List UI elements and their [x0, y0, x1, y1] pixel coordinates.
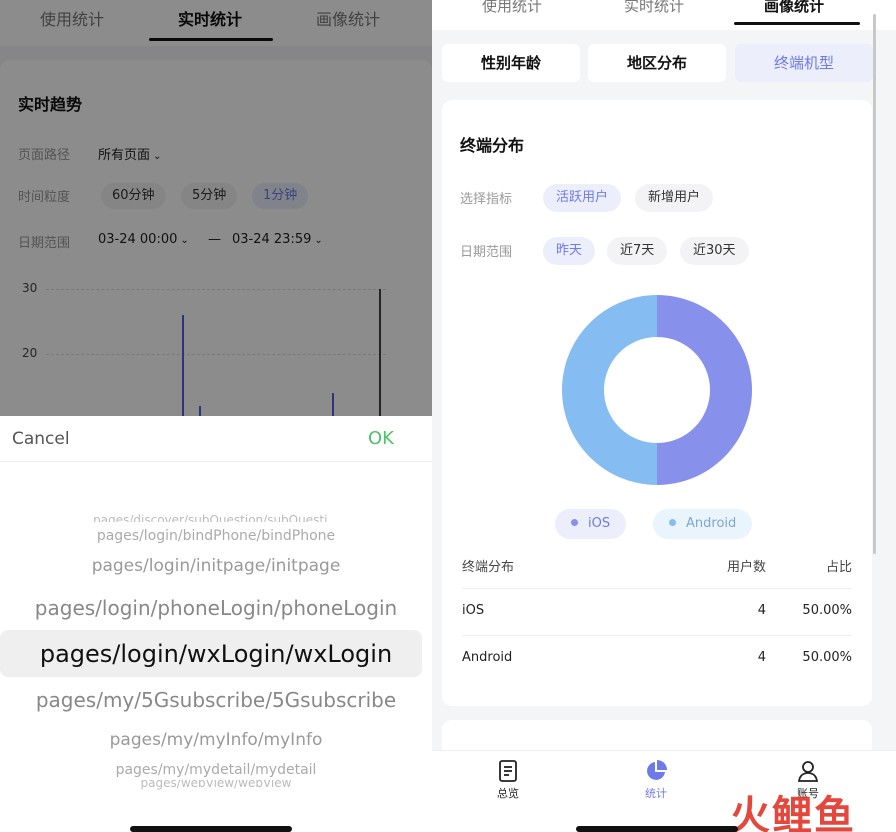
cell-share: 50.00% [802, 650, 852, 665]
picker-option-selected[interactable]: pages/login/wxLogin/wxLogin [0, 640, 432, 668]
cell-users: 4 [757, 603, 766, 618]
user-icon [797, 761, 819, 782]
header-device: 终端分布 [462, 560, 515, 575]
tabbar-stats[interactable]: 统计 [626, 759, 686, 801]
watermark-logo: 火鲤鱼 [730, 793, 856, 832]
table-header: 终端分布 用户数 占比 [462, 542, 852, 588]
table-row: Android 4 50.00% [462, 635, 852, 681]
ok-button[interactable]: OK [368, 428, 394, 449]
picker-option[interactable]: pages/discover/subQuestion/subQuesti... [0, 510, 432, 522]
range-label: 日期范围 [460, 245, 513, 260]
metric-active-users[interactable]: 活跃用户 [543, 184, 622, 212]
left-screen: 使用统计 实时统计 画像统计 实时趋势 页面路径 所有页面 ⌄ 时间粒度 60分钟… [0, 0, 432, 832]
cancel-button[interactable]: Cancel [12, 429, 70, 449]
cell-users: 4 [757, 650, 766, 665]
picker-option[interactable]: pages/login/phoneLogin/phoneLogin [0, 596, 432, 620]
stats-tab-bar: 使用统计 实时统计 画像统计 [432, 0, 896, 30]
pie-chart-icon [647, 760, 667, 780]
tab-realtime-stats[interactable]: 实时统计 [624, 0, 684, 16]
range-30-days[interactable]: 近30天 [680, 237, 749, 265]
picker-header: Cancel OK [0, 416, 432, 462]
range-yesterday[interactable]: 昨天 [543, 237, 596, 265]
home-indicator [130, 826, 292, 832]
legend-label: iOS [588, 516, 611, 531]
right-screen: 使用统计 实时统计 画像统计 性别年龄 地区分布 终端机型 终端分布 选择指标 … [432, 0, 896, 832]
tabbar-overview[interactable]: 总览 [478, 759, 538, 801]
legend-dot [571, 519, 578, 526]
metric-label: 选择指标 [460, 192, 513, 207]
picker-option[interactable]: pages/webView/webView [0, 780, 432, 790]
device-distribution-card: 终端分布 选择指标 活跃用户 新增用户 日期范围 昨天 近7天 近30天 iOS… [442, 100, 872, 706]
legend-android[interactable]: Android [653, 509, 753, 539]
cell-device: Android [462, 650, 513, 665]
cell-share: 50.00% [802, 603, 852, 618]
tabbar-label: 统计 [645, 787, 667, 800]
picker-option[interactable]: pages/login/bindPhone/bindPhone [0, 528, 432, 544]
tab-profile-stats[interactable]: 画像统计 [764, 0, 824, 16]
donut-slice-android[interactable] [562, 295, 657, 485]
header-share: 占比 [825, 560, 852, 575]
donut-slice-ios[interactable] [657, 295, 752, 485]
active-tab-indicator [734, 22, 860, 25]
cell-device: iOS [462, 603, 485, 618]
table-row: iOS 4 50.00% [462, 588, 852, 634]
picker-option[interactable]: pages/my/myInfo/myInfo [0, 730, 432, 750]
document-icon [499, 760, 517, 782]
tab-usage-stats[interactable]: 使用统计 [482, 0, 542, 16]
header-users: 用户数 [726, 560, 766, 575]
scrollbar[interactable] [873, 14, 876, 554]
metric-new-users[interactable]: 新增用户 [635, 184, 714, 212]
legend-label: Android [686, 516, 737, 531]
legend-dot [669, 519, 676, 526]
path-picker-sheet: Cancel OK pages/discover/subQuestion/sub… [0, 416, 432, 832]
picker-option[interactable]: pages/login/initpage/initpage [0, 556, 432, 576]
legend-ios[interactable]: iOS [555, 509, 627, 539]
card-title: 终端分布 [460, 136, 525, 155]
home-indicator [576, 826, 738, 832]
segment-device-model[interactable]: 终端机型 [735, 44, 873, 82]
dim-overlay[interactable] [0, 0, 432, 416]
segment-gender-age[interactable]: 性别年龄 [442, 44, 580, 82]
device-donut-chart [562, 295, 752, 485]
range-7-days[interactable]: 近7天 [607, 237, 668, 265]
picker-option[interactable]: pages/my/5Gsubscribe/5Gsubscribe [0, 688, 432, 712]
picker-option[interactable]: pages/my/mydetail/mydetail [0, 762, 432, 778]
segment-region[interactable]: 地区分布 [588, 44, 726, 82]
tabbar-label: 总览 [497, 787, 519, 800]
